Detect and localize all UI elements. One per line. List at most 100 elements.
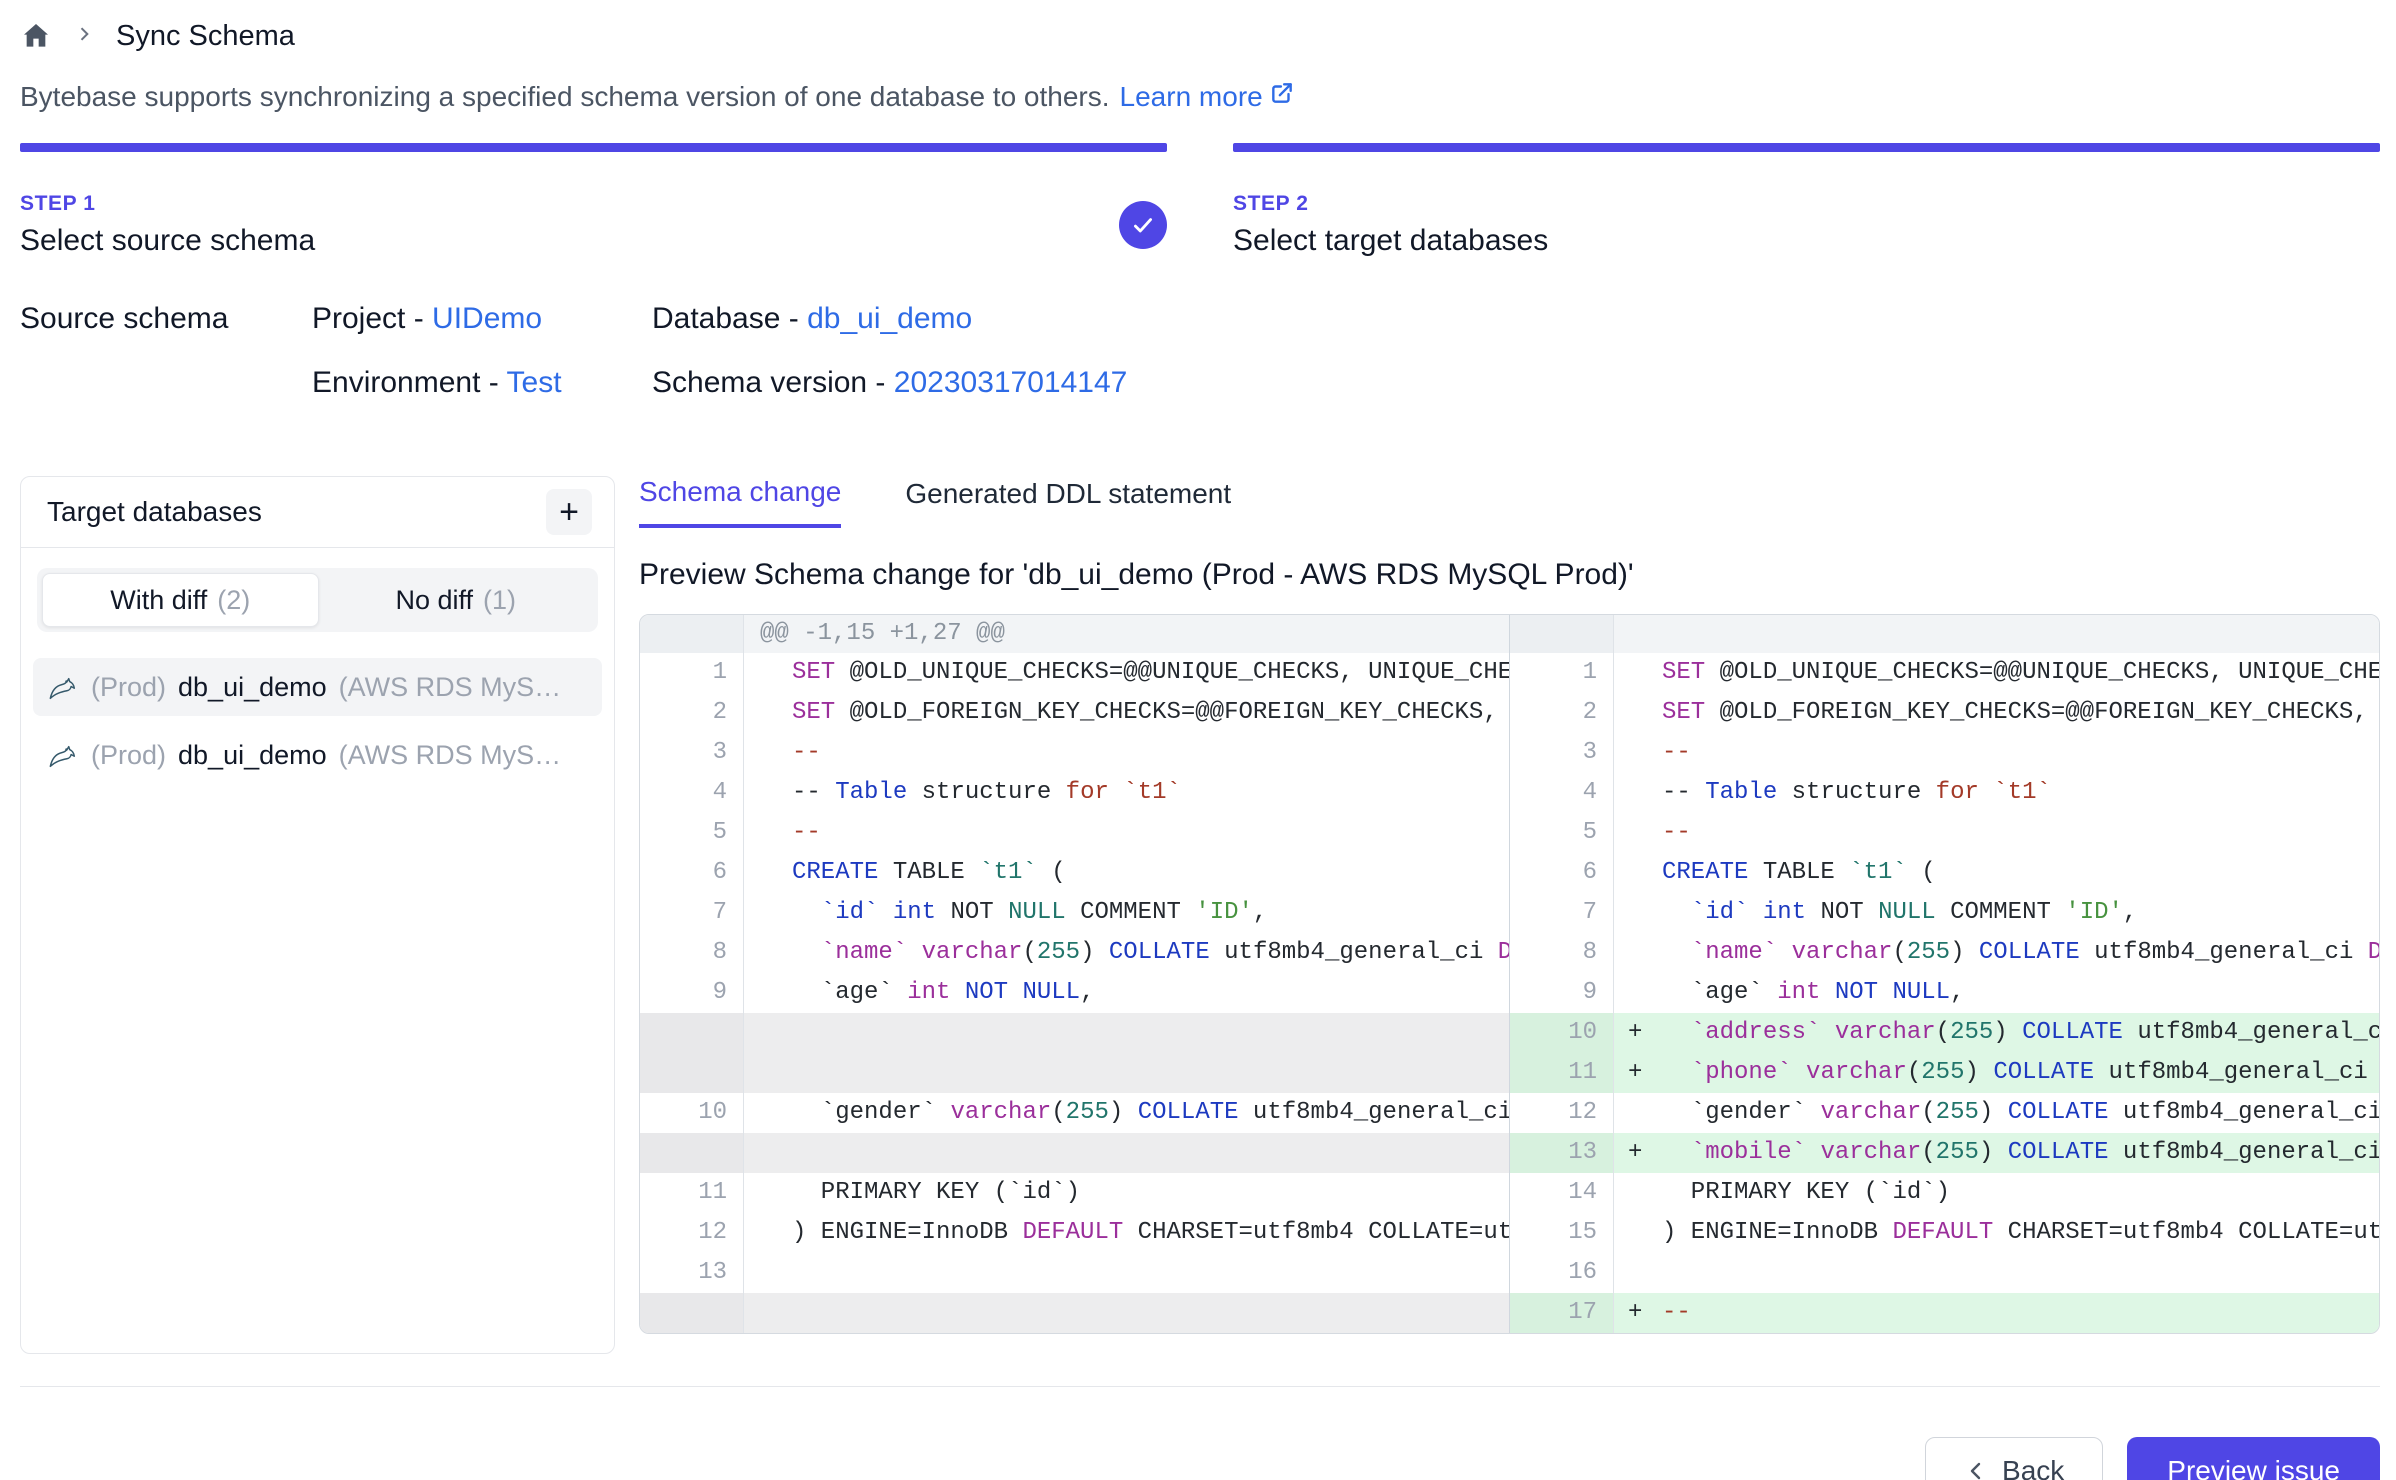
project-link[interactable]: UIDemo [432,302,542,335]
diff-added-row: 10+ `address` varchar(255) COLLATE utf8m… [1510,1013,2379,1053]
line-number: 5 [1510,813,1614,853]
line-number: 11 [640,1173,744,1213]
preview-tabs: Schema change Generated DDL statement [639,476,2380,528]
chevron-left-icon [1964,1459,1988,1480]
code-line [1614,615,2379,653]
code-line: `id` int NOT NULL COMMENT 'ID', [744,893,1509,933]
tab-schema-change[interactable]: Schema change [639,476,841,528]
line-number: 16 [1510,1253,1614,1293]
step-2: STEP 2 Select target databases [1233,143,2380,258]
add-target-database-button[interactable]: + [546,489,592,535]
line-number: 3 [1510,733,1614,773]
code-line [744,1133,1509,1173]
step-indicator: STEP 1 Select source schema STEP 2 Selec… [20,143,2380,258]
diff-placeholder-row [640,1013,1509,1053]
panel-divider [21,547,614,548]
code-line [744,1293,1509,1333]
back-button[interactable]: Back [1925,1437,2103,1480]
line-number: 6 [640,853,744,893]
line-number [1510,615,1614,653]
diff-placeholder-row [640,1133,1509,1173]
target-database-list: (Prod) db_ui_demo (AWS RDS MyS… (Prod) d… [33,658,602,784]
line-number: 8 [640,933,744,973]
diff-added-row: 11+ `phone` varchar(255) COLLATE utf8mb4… [1510,1053,2379,1093]
learn-more-link[interactable]: Learn more [1120,80,1295,113]
diff-code-row: 4-- Table structure for `t1` [640,773,1509,813]
line-number: 12 [640,1213,744,1253]
line-number: 14 [1510,1173,1614,1213]
diff-placeholder-row [640,1293,1509,1333]
diff-code-row: 13 [640,1253,1509,1293]
diff-code-row: 6CREATE TABLE `t1` ( [1510,853,2379,893]
database-list-item[interactable]: (Prod) db_ui_demo (AWS RDS MyS… [33,726,602,784]
line-number: 4 [640,773,744,813]
line-number: 11 [1510,1053,1614,1093]
line-number: 12 [1510,1093,1614,1133]
line-number: 10 [640,1093,744,1133]
breadcrumb: Sync Schema [20,14,2380,58]
diff-code-row: 1SET @OLD_UNIQUE_CHECKS=@@UNIQUE_CHECKS,… [1510,653,2379,693]
target-databases-title: Target databases [47,496,262,528]
line-number: 7 [640,893,744,933]
code-line: SET @OLD_FOREIGN_KEY_CHECKS=@@FOREIGN_KE… [744,693,1509,733]
database-environment: (Prod) [91,672,166,703]
diff-filter-segmented-control: With diff (2) No diff (1) [37,568,598,632]
step-1-title: Select source schema [20,224,315,258]
code-line: SET @OLD_FOREIGN_KEY_CHECKS=@@FOREIGN_KE… [1614,693,2379,733]
code-line: `age` int NOT NULL, [1614,973,2379,1013]
no-diff-tab[interactable]: No diff (1) [319,573,594,627]
line-number: 9 [1510,973,1614,1013]
diff-code-row: 4-- Table structure for `t1` [1510,773,2379,813]
line-number: 13 [1510,1133,1614,1173]
preview-issue-button[interactable]: Preview issue [2127,1437,2380,1480]
diff-code-row: 15) ENGINE=InnoDB DEFAULT CHARSET=utf8mb… [1510,1213,2379,1253]
sync-schema-page: Sync Schema Bytebase supports synchroniz… [0,0,2396,1480]
diff-code-row: 3-- [1510,733,2379,773]
code-line: +-- [1614,1293,2379,1333]
diff-code-row: 5-- [640,813,1509,853]
tab-generated-ddl[interactable]: Generated DDL statement [905,476,1231,528]
code-line: `name` varchar(255) COLLATE utf8mb4_gene… [744,933,1509,973]
code-line: + `mobile` varchar(255) COLLATE utf8mb4_… [1614,1133,2379,1173]
diff-code-row: 2SET @OLD_FOREIGN_KEY_CHECKS=@@FOREIGN_K… [640,693,1509,733]
description-text: Bytebase supports synchronizing a specif… [20,81,1110,113]
line-number: 13 [640,1253,744,1293]
line-number [640,1133,744,1173]
code-line: `id` int NOT NULL COMMENT 'ID', [1614,893,2379,933]
page-title: Sync Schema [116,20,295,53]
diff-code-row: 10 `gender` varchar(255) COLLATE utf8mb4… [640,1093,1509,1133]
database-list-item[interactable]: (Prod) db_ui_demo (AWS RDS MyS… [33,658,602,716]
no-diff-count: (1) [483,585,516,616]
diff-code-row: 8 `name` varchar(255) COLLATE utf8mb4_ge… [640,933,1509,973]
source-schema-summary: Source schema Project - UIDemo Database … [20,302,2380,430]
diff-code-row: 11 PRIMARY KEY (`id`) [640,1173,1509,1213]
database-environment: (Prod) [91,740,166,771]
with-diff-tab[interactable]: With diff (2) [42,573,319,627]
diff-code-row: 7 `id` int NOT NULL COMMENT 'ID', [640,893,1509,933]
schema-preview-area: Schema change Generated DDL statement Pr… [639,476,2380,1334]
code-line: -- [1614,733,2379,773]
step-1-check-icon [1119,201,1167,249]
diff-hunk-row [1510,615,2379,653]
code-line: `age` int NOT NULL, [744,973,1509,1013]
line-number: 2 [1510,693,1614,733]
home-icon[interactable] [20,20,52,52]
project-field-label: Project - [312,302,432,335]
environment-link[interactable]: Test [507,366,562,399]
code-line [744,1253,1509,1293]
code-line: + `phone` varchar(255) COLLATE utf8mb4_g… [1614,1053,2379,1093]
schema-version-link[interactable]: 20230317014147 [894,366,1128,399]
diff-code-row: 1SET @OLD_UNIQUE_CHECKS=@@UNIQUE_CHECKS,… [640,653,1509,693]
preview-title: Preview Schema change for 'db_ui_demo (P… [639,558,2380,592]
diff-code-row: 7 `id` int NOT NULL COMMENT 'ID', [1510,893,2379,933]
code-line: ) ENGINE=InnoDB DEFAULT CHARSET=utf8mb4 … [1614,1213,2379,1253]
code-line: -- [744,733,1509,773]
diff-code-row: 5-- [1510,813,2379,853]
diff-code-row: 16 [1510,1253,2379,1293]
added-line-marker: + [1628,1013,1642,1053]
code-line: `name` varchar(255) COLLATE utf8mb4_gene… [1614,933,2379,973]
database-link[interactable]: db_ui_demo [807,302,972,335]
target-databases-panel: Target databases + With diff (2) No diff… [20,476,615,1354]
step-1-label: STEP 1 [20,192,315,216]
with-diff-count: (2) [217,585,250,616]
